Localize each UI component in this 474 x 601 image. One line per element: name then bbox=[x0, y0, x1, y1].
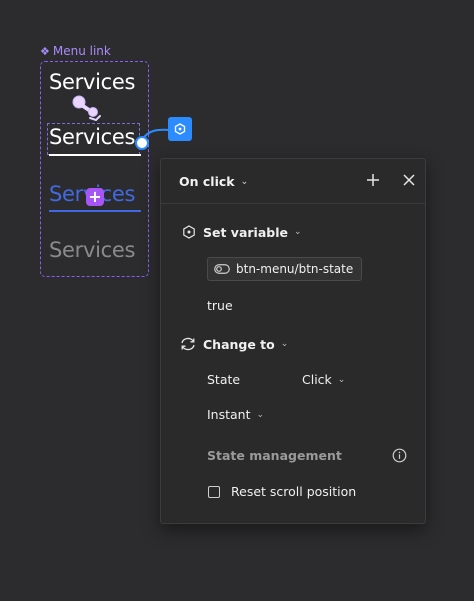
variable-icon bbox=[181, 224, 197, 240]
set-variable-action[interactable]: Set variable ⌄ bbox=[181, 224, 302, 240]
info-icon[interactable] bbox=[392, 448, 407, 467]
component-icon: ❖ bbox=[40, 44, 50, 58]
panel-header: On click ⌄ bbox=[161, 159, 425, 204]
variable-value[interactable]: true bbox=[207, 298, 233, 313]
close-button[interactable] bbox=[401, 171, 417, 191]
state-management-title: State management bbox=[207, 448, 342, 463]
variant-default[interactable]: Services bbox=[49, 70, 135, 94]
add-action-button[interactable] bbox=[365, 171, 381, 191]
refresh-icon bbox=[179, 336, 197, 352]
reset-scroll-label: Reset scroll position bbox=[231, 484, 357, 499]
component-label[interactable]: ❖ Menu link bbox=[40, 44, 111, 58]
chevron-down-icon: ⌄ bbox=[256, 409, 265, 420]
chevron-down-icon: ⌄ bbox=[294, 227, 302, 237]
state-dropdown[interactable]: Click ⌄ bbox=[302, 372, 345, 387]
interaction-node[interactable] bbox=[168, 117, 192, 141]
animation-value: Instant bbox=[207, 407, 251, 422]
state-label: State bbox=[207, 372, 241, 387]
trigger-dropdown[interactable]: On click ⌄ bbox=[179, 174, 248, 189]
variable-selector[interactable]: btn-menu/btn-state bbox=[207, 257, 363, 281]
interaction-panel: On click ⌄ Set variable ⌄ btn-menu/btn-s… bbox=[160, 158, 426, 524]
variant-click-underline bbox=[49, 210, 141, 212]
set-variable-title: Set variable bbox=[203, 224, 288, 240]
add-interaction-badge[interactable]: + bbox=[86, 188, 104, 206]
variable-name: btn-menu/btn-state bbox=[236, 262, 354, 276]
variant-hover[interactable]: Services bbox=[49, 125, 135, 149]
component-label-text: Menu link bbox=[52, 44, 111, 58]
reset-scroll-option[interactable]: Reset scroll position bbox=[208, 484, 356, 499]
connection-handle[interactable] bbox=[135, 136, 149, 150]
chevron-down-icon: ⌄ bbox=[337, 374, 346, 385]
interaction-node-icon bbox=[174, 123, 186, 135]
toggle-icon bbox=[214, 264, 230, 274]
chevron-down-icon: ⌄ bbox=[240, 176, 249, 187]
close-icon bbox=[403, 174, 415, 186]
reset-scroll-checkbox[interactable] bbox=[208, 485, 220, 498]
variant-disabled[interactable]: Services bbox=[49, 238, 135, 262]
state-value: Click bbox=[302, 372, 332, 387]
trigger-label: On click bbox=[179, 174, 235, 189]
variant-hover-underline bbox=[49, 154, 141, 156]
cursor-pointer-icon bbox=[72, 95, 101, 122]
change-to-action[interactable]: Change to ⌄ bbox=[179, 336, 288, 352]
plus-icon bbox=[367, 174, 379, 186]
change-to-title: Change to bbox=[203, 336, 275, 352]
animation-dropdown[interactable]: Instant ⌄ bbox=[207, 407, 264, 422]
chevron-down-icon: ⌄ bbox=[280, 339, 289, 349]
